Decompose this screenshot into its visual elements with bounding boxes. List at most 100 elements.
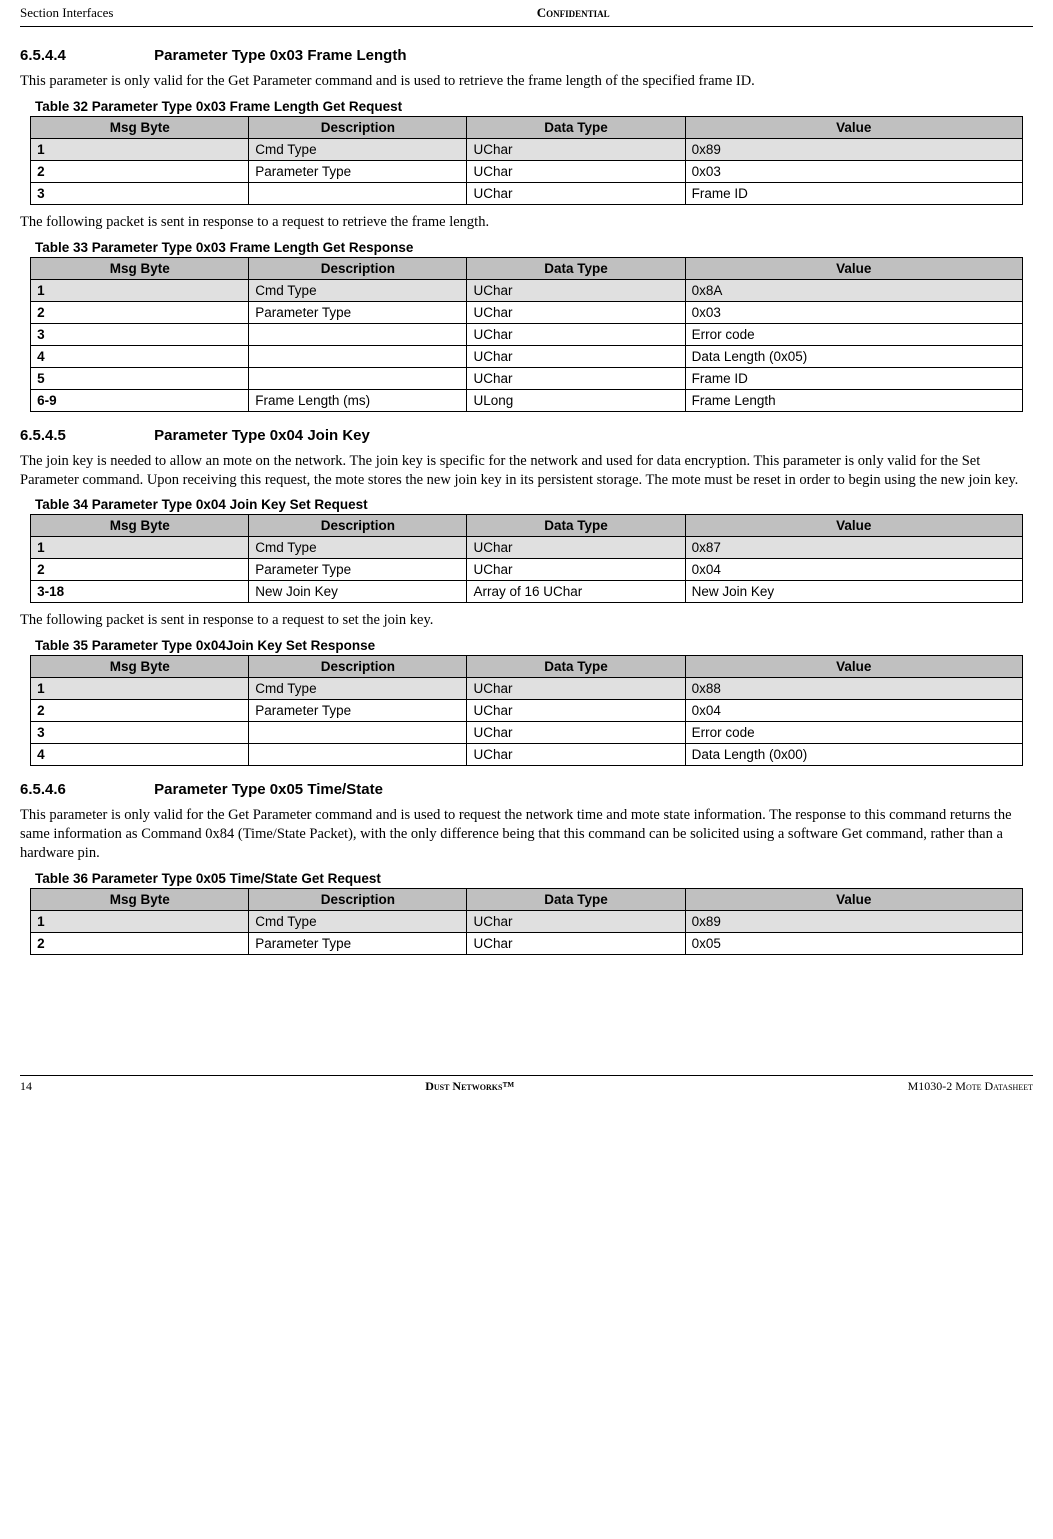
table-header: Description	[249, 257, 467, 279]
table-cell	[249, 182, 467, 204]
table-cell: UChar	[467, 700, 685, 722]
table-cell: 0x04	[685, 559, 1022, 581]
table-cell: 2	[31, 160, 249, 182]
table-row: 4 UCharData Length (0x00)	[31, 744, 1023, 766]
table34: Msg ByteDescriptionData TypeValue1Cmd Ty…	[30, 514, 1023, 603]
table-row: 2Parameter TypeUChar0x03	[31, 160, 1023, 182]
section-num: 6.5.4.5	[20, 427, 150, 444]
section-heading-0x05: 6.5.4.6 Parameter Type 0x05 Time/State	[20, 781, 1033, 798]
table-cell: 2	[31, 559, 249, 581]
table-cell	[249, 345, 467, 367]
table-cell: 3	[31, 722, 249, 744]
table-header: Value	[685, 515, 1022, 537]
table-cell: Array of 16 UChar	[467, 581, 685, 603]
table-row: 2Parameter TypeUChar0x03	[31, 301, 1023, 323]
table-cell: ULong	[467, 389, 685, 411]
table-cell: Cmd Type	[249, 910, 467, 932]
table-cell: UChar	[467, 279, 685, 301]
table-cell: 0x89	[685, 138, 1022, 160]
table-cell: Cmd Type	[249, 537, 467, 559]
table-cell: 0x05	[685, 932, 1022, 954]
footer-doc-title: M1030-2 Mote Datasheet	[908, 1079, 1033, 1094]
body-text: The join key is needed to allow an mote …	[20, 452, 1033, 490]
table-cell: UChar	[467, 722, 685, 744]
table-cell: 2	[31, 301, 249, 323]
table35-caption: Table 35 Parameter Type 0x04Join Key Set…	[35, 638, 1033, 653]
table-cell: Cmd Type	[249, 279, 467, 301]
table-cell: 0x88	[685, 678, 1022, 700]
table-cell	[249, 367, 467, 389]
table-header: Value	[685, 656, 1022, 678]
table-cell: UChar	[467, 744, 685, 766]
table-cell: UChar	[467, 323, 685, 345]
table-cell	[249, 744, 467, 766]
table-header: Data Type	[467, 888, 685, 910]
section-title: Parameter Type 0x04 Join Key	[154, 427, 370, 444]
table-cell: UChar	[467, 910, 685, 932]
table-header: Msg Byte	[31, 656, 249, 678]
table-row: 3UCharFrame ID	[31, 182, 1023, 204]
page-header: Section Interfaces Confidential	[20, 0, 1033, 27]
table34-caption: Table 34 Parameter Type 0x04 Join Key Se…	[35, 497, 1033, 512]
table-header: Description	[249, 656, 467, 678]
table-row: 5UCharFrame ID	[31, 367, 1023, 389]
page-footer: 14 Dust Networks™ M1030-2 Mote Datasheet	[20, 1075, 1033, 1094]
table-cell: 4	[31, 345, 249, 367]
table-cell: Parameter Type	[249, 160, 467, 182]
table-cell: 0x03	[685, 301, 1022, 323]
table-row: 1Cmd TypeUChar0x89	[31, 138, 1023, 160]
section-title: Parameter Type 0x03 Frame Length	[154, 47, 406, 64]
table32-caption: Table 32 Parameter Type 0x03 Frame Lengt…	[35, 99, 1033, 114]
table-cell: 1	[31, 138, 249, 160]
table33: Msg ByteDescriptionData TypeValue1Cmd Ty…	[30, 257, 1023, 412]
table-row: 2Parameter TypeUChar0x04	[31, 559, 1023, 581]
table-cell: Frame Length	[685, 389, 1022, 411]
table-header: Msg Byte	[31, 515, 249, 537]
table-cell: UChar	[467, 301, 685, 323]
table32: Msg ByteDescriptionData TypeValue1Cmd Ty…	[30, 116, 1023, 205]
body-text: This parameter is only valid for the Get…	[20, 806, 1033, 863]
table-cell: Parameter Type	[249, 559, 467, 581]
table-header: Value	[685, 257, 1022, 279]
table-cell: 0x89	[685, 910, 1022, 932]
table-cell: UChar	[467, 678, 685, 700]
section-title: Parameter Type 0x05 Time/State	[154, 781, 383, 798]
table-cell: Parameter Type	[249, 301, 467, 323]
table33-caption: Table 33 Parameter Type 0x03 Frame Lengt…	[35, 240, 1033, 255]
body-text: This parameter is only valid for the Get…	[20, 72, 1033, 91]
table-cell: UChar	[467, 932, 685, 954]
table-row: 2Parameter TypeUChar0x04	[31, 700, 1023, 722]
table-cell: Cmd Type	[249, 678, 467, 700]
table-cell: 0x04	[685, 700, 1022, 722]
body-text: The following packet is sent in response…	[20, 213, 1033, 232]
table-header: Value	[685, 116, 1022, 138]
table-header: Data Type	[467, 656, 685, 678]
table-header: Description	[249, 515, 467, 537]
table-cell	[249, 722, 467, 744]
table-cell	[249, 323, 467, 345]
table-cell: 4	[31, 744, 249, 766]
table-cell: Error code	[685, 323, 1022, 345]
table-header: Value	[685, 888, 1022, 910]
table-header: Data Type	[467, 257, 685, 279]
table-header: Description	[249, 888, 467, 910]
table-cell: Cmd Type	[249, 138, 467, 160]
table-header: Msg Byte	[31, 257, 249, 279]
table-cell: 3	[31, 323, 249, 345]
table-row: 1Cmd TypeUChar0x88	[31, 678, 1023, 700]
table-cell: Parameter Type	[249, 932, 467, 954]
table-cell: 1	[31, 537, 249, 559]
table-cell: 0x87	[685, 537, 1022, 559]
table-cell: Frame Length (ms)	[249, 389, 467, 411]
footer-page-num: 14	[20, 1079, 32, 1094]
table-row: 1Cmd TypeUChar0x8A	[31, 279, 1023, 301]
section-num: 6.5.4.4	[20, 47, 150, 64]
table-header: Msg Byte	[31, 888, 249, 910]
table-cell: Frame ID	[685, 367, 1022, 389]
table-cell: UChar	[467, 345, 685, 367]
table-cell: Data Length (0x00)	[685, 744, 1022, 766]
table-cell: 2	[31, 700, 249, 722]
table-header: Description	[249, 116, 467, 138]
table-cell: 3	[31, 182, 249, 204]
table-cell: New Join Key	[249, 581, 467, 603]
